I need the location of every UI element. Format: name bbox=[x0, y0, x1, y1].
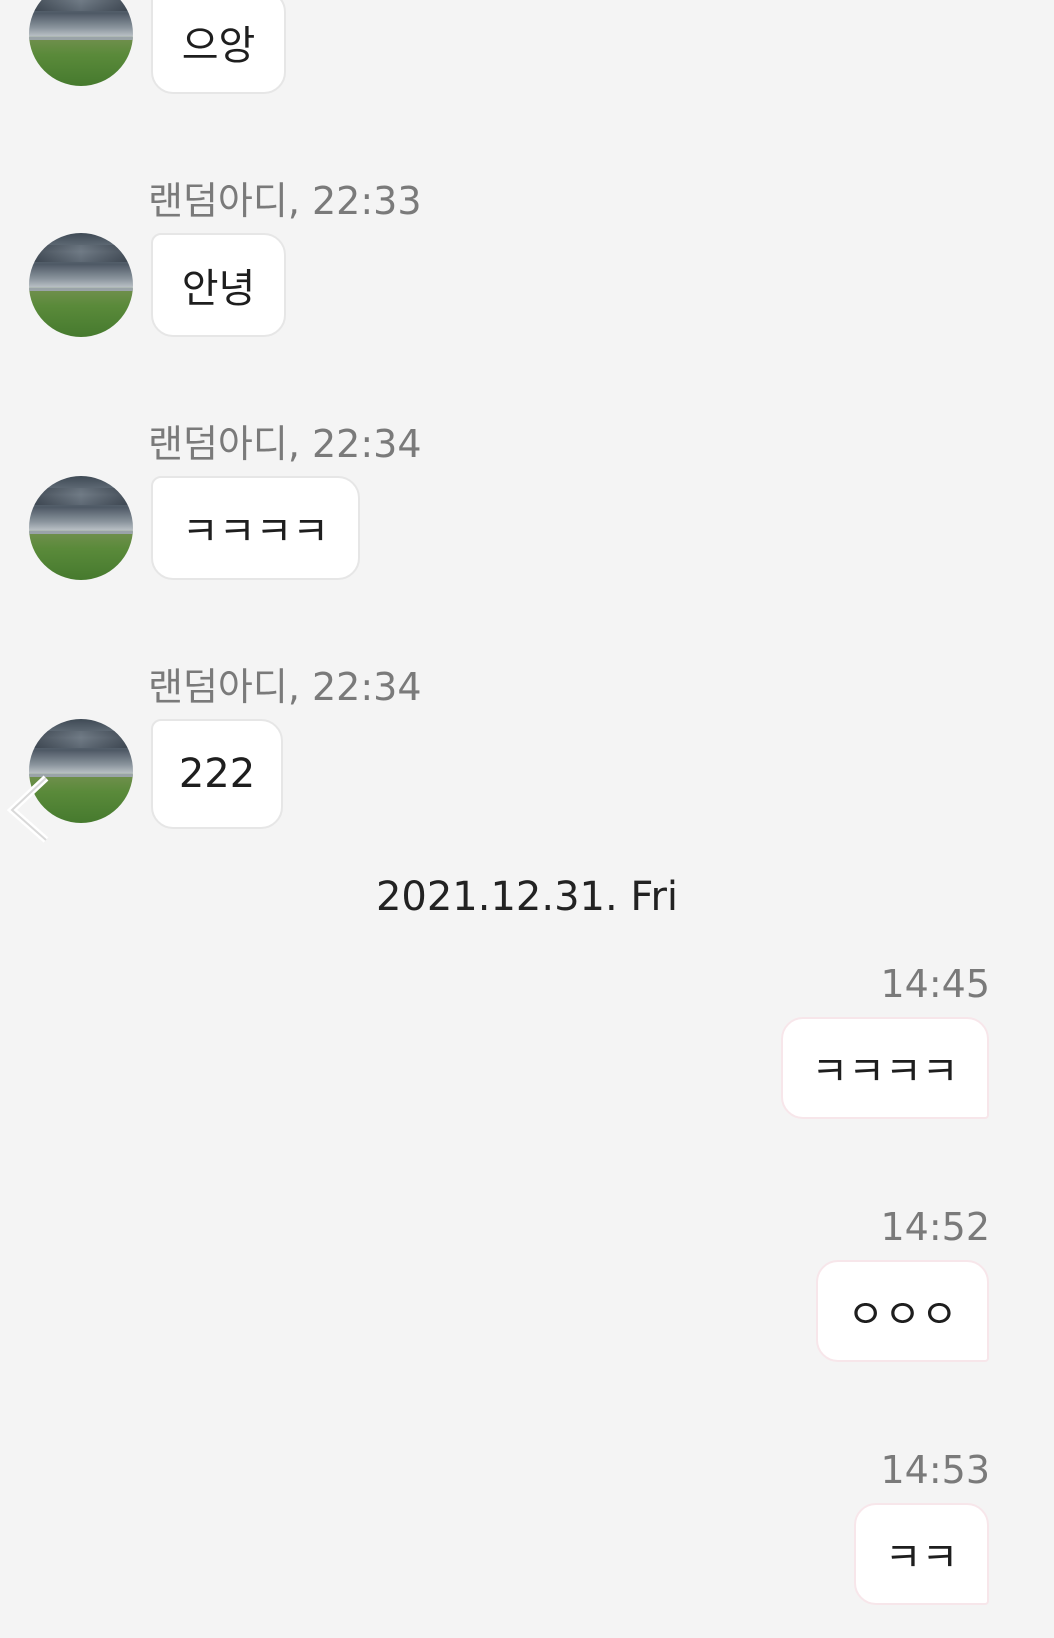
message-text: ㅋㅋ bbox=[884, 1535, 959, 1581]
sender-name-time: 랜덤아디, 22:34 bbox=[148, 422, 422, 466]
sender-avatar[interactable] bbox=[29, 0, 133, 86]
message-text: 으앙 bbox=[181, 23, 256, 69]
date-divider: 2021.12.31. Fri bbox=[375, 874, 679, 920]
message-text: 안녕 bbox=[181, 266, 256, 312]
message-bubble-outgoing[interactable]: ㅇㅇㅇ bbox=[816, 1260, 989, 1362]
sender-avatar[interactable] bbox=[29, 233, 133, 337]
message-text: 222 bbox=[178, 751, 256, 797]
sender-name-time: 랜덤아디, 22:34 bbox=[148, 665, 422, 709]
chat-message-list[interactable]: 으앙 랜덤아디, 22:33 안녕 랜덤아디, 22:34 ㅋㅋㅋㅋ 랜덤아디,… bbox=[0, 0, 1054, 1638]
message-time: 14:53 bbox=[880, 1448, 990, 1492]
message-time: 14:45 bbox=[880, 962, 990, 1006]
message-bubble-incoming[interactable]: 안녕 bbox=[151, 233, 286, 337]
chevron-left-icon[interactable] bbox=[4, 774, 60, 844]
message-time: 14:52 bbox=[880, 1205, 990, 1249]
message-text: ㅋㅋㅋㅋ bbox=[181, 509, 330, 555]
message-bubble-incoming[interactable]: 222 bbox=[151, 719, 283, 829]
message-bubble-incoming[interactable]: ㅋㅋㅋㅋ bbox=[151, 476, 360, 580]
message-bubble-incoming[interactable]: 으앙 bbox=[151, 0, 286, 94]
message-text: ㅇㅇㅇ bbox=[847, 1292, 958, 1338]
sender-avatar[interactable] bbox=[29, 476, 133, 580]
sender-name-time: 랜덤아디, 22:33 bbox=[148, 179, 422, 223]
message-bubble-outgoing[interactable]: ㅋㅋㅋㅋ bbox=[781, 1017, 989, 1119]
message-text: ㅋㅋㅋㅋ bbox=[811, 1049, 959, 1095]
message-bubble-outgoing[interactable]: ㅋㅋ bbox=[854, 1503, 989, 1605]
